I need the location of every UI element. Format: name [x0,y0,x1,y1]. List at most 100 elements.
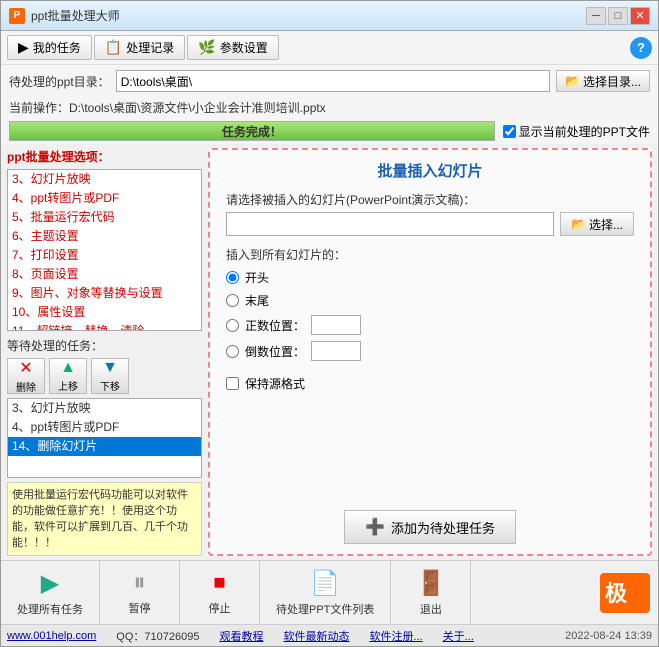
progress-row: 任务完成！ 显示当前处理的PPT文件 [1,118,658,144]
list-item[interactable]: 9、图片、对象等替换与设置 [8,284,201,303]
news-link[interactable]: 软件最新动态 [283,628,349,644]
website-link[interactable]: www.001help.com [7,630,96,642]
list-item[interactable]: 3、幻灯片放映 [8,399,201,418]
process-all-button[interactable]: ▶ 处理所有任务 [1,561,100,624]
up-icon: ▲ [60,359,76,377]
file-input-row: 📂 选择... [226,212,634,236]
tutorial-link[interactable]: 观看教程 [219,628,263,644]
file-field: 请选择被插入的幻灯片(PowerPoint演示文稿)： 📂 选择... [226,191,634,236]
left-panel: ppt批量处理选项： 3、幻灯片放映4、ppt转图片或PDF5、批量运行宏代码6… [7,148,202,556]
minimize-button[interactable]: ─ [586,7,606,25]
register-link[interactable]: 软件注册... [369,628,422,644]
brand-logo [600,573,650,613]
about-link[interactable]: 关于... [443,628,474,644]
list-item[interactable]: 4、ppt转图片或PDF [8,189,201,208]
maximize-button[interactable]: □ [608,7,628,25]
radio-pos[interactable] [226,319,239,332]
title-bar-left: P ppt批量处理大师 [9,7,120,24]
tab-history[interactable]: 📋 处理记录 [94,35,185,60]
exit-icon: 🚪 [416,569,446,598]
pause-icon: ⏸ [134,569,146,597]
folder-icon-2: 📂 [571,217,586,231]
close-button[interactable]: ✕ [630,7,650,25]
tab-settings[interactable]: 🌿 参数设置 [187,35,278,60]
main-window: P ppt批量处理大师 ─ □ ✕ ▶ 我的任务 📋 处理记录 🌿 参数设置 ?… [0,0,659,647]
insert-section: 插入到所有幻灯片的： 开头 末尾 正数位置： 倒数位置： [226,246,634,361]
choose-dir-button[interactable]: 📂 选择目录... [556,70,650,92]
play-icon: ▶ [41,569,59,598]
list-item[interactable]: 14、删除幻灯片 [8,437,201,456]
progress-bar: 任务完成！ [9,121,495,141]
task-list[interactable]: 3、幻灯片放映4、ppt转图片或PDF5、批量运行宏代码6、主题设置7、打印设置… [7,169,202,331]
list-item[interactable]: 6、主题设置 [8,227,201,246]
radio-pos-row: 正数位置： [226,315,634,335]
radio-start-row: 开头 [226,269,634,286]
keep-format-row: 保持源格式 [226,375,634,392]
list-item[interactable]: 4、ppt转图片或PDF [8,418,201,437]
radio-start[interactable] [226,271,239,284]
move-up-button[interactable]: ▲ 上移 [49,358,87,394]
title-bar: P ppt批量处理大师 ─ □ ✕ [1,1,658,31]
file-input[interactable] [226,212,554,236]
title-controls: ─ □ ✕ [586,7,650,25]
list-item[interactable]: 11、超链接一替换、清除 [8,322,201,331]
show-current-checkbox[interactable] [503,125,516,138]
action-buttons: ✕ 删除 ▲ 上移 ▼ 下移 [7,358,202,394]
panel-title: 批量插入幻灯片 [226,160,634,181]
list-item[interactable]: 10、属性设置 [8,303,201,322]
radio-end-label: 末尾 [245,292,269,309]
keep-format-label: 保持源格式 [245,375,305,392]
list-item[interactable]: 8、页面设置 [8,265,201,284]
list-item[interactable]: 3、幻灯片放映 [8,170,201,189]
radio-start-label: 开头 [245,269,269,286]
dir-label: 待处理的ppt目录： [9,73,110,90]
pending-list[interactable]: 3、幻灯片放映4、ppt转图片或PDF14、删除幻灯片 [7,398,202,478]
list-item[interactable]: 7、打印设置 [8,246,201,265]
progress-fill: 任务完成！ [10,122,494,140]
stop-button[interactable]: ⏹ 停止 [180,561,260,624]
directory-row: 待处理的ppt目录： 📂 选择目录... [1,65,658,97]
dir-input[interactable] [116,70,550,92]
right-panel: 批量插入幻灯片 请选择被插入的幻灯片(PowerPoint演示文稿)： 📂 选择… [208,148,652,556]
advertisement: 使用批量运行宏代码功能可以对软件的功能做任意扩充！！使用这个功能，软件可以扩展到… [7,482,202,556]
pending-title: 等待处理的任务： [7,337,202,354]
window-title: ppt批量处理大师 [31,7,120,24]
pause-button[interactable]: ⏸ 暂停 [100,561,180,624]
bottom-toolbar: ▶ 处理所有任务 ⏸ 暂停 ⏹ 停止 📄 待处理PPT文件列表 🚪 退出 [1,560,658,624]
add-task-button[interactable]: ➕ 添加为待处理任务 [344,510,516,544]
exit-button[interactable]: 🚪 退出 [391,561,471,624]
add-task-row: ➕ 添加为待处理任务 [226,510,634,544]
delete-button[interactable]: ✕ 删除 [7,358,45,394]
settings-icon: 🌿 [198,39,215,56]
keep-format-checkbox[interactable] [226,377,239,390]
radio-neg-label: 倒数位置： [245,343,305,360]
move-down-button[interactable]: ▼ 下移 [91,358,129,394]
radio-neg[interactable] [226,345,239,358]
list-icon: 📄 [310,569,340,598]
pos-input[interactable] [311,315,361,335]
history-icon: 📋 [105,39,122,56]
options-title: ppt批量处理选项： [7,148,202,165]
file-list-button[interactable]: 📄 待处理PPT文件列表 [260,561,391,624]
radio-end-row: 末尾 [226,292,634,309]
insert-label: 插入到所有幻灯片的： [226,246,634,263]
radio-end[interactable] [226,294,239,307]
delete-icon: ✕ [19,358,32,378]
radio-neg-row: 倒数位置： [226,341,634,361]
main-content: ppt批量处理选项： 3、幻灯片放映4、ppt转图片或PDF5、批量运行宏代码6… [1,144,658,560]
choose-file-button[interactable]: 📂 选择... [560,212,634,236]
list-item[interactable]: 5、批量运行宏代码 [8,208,201,227]
status-bar: www.001help.com QQ：710726095 观看教程 软件最新动态… [1,624,658,646]
datetime: 2022-08-24 13:39 [565,630,652,642]
folder-icon: 📂 [565,74,580,88]
stop-icon: ⏹ [214,569,226,597]
show-current-check-row: 显示当前处理的PPT文件 [503,123,650,140]
down-icon: ▼ [102,359,118,377]
file-field-label: 请选择被插入的幻灯片(PowerPoint演示文稿)： [226,191,634,208]
help-button[interactable]: ? [630,37,652,59]
tab-my-tasks[interactable]: ▶ 我的任务 [7,35,92,60]
tasks-icon: ▶ [18,39,29,56]
neg-input[interactable] [311,341,361,361]
add-icon: ➕ [365,517,385,537]
toolbar: ▶ 我的任务 📋 处理记录 🌿 参数设置 ? [1,31,658,65]
